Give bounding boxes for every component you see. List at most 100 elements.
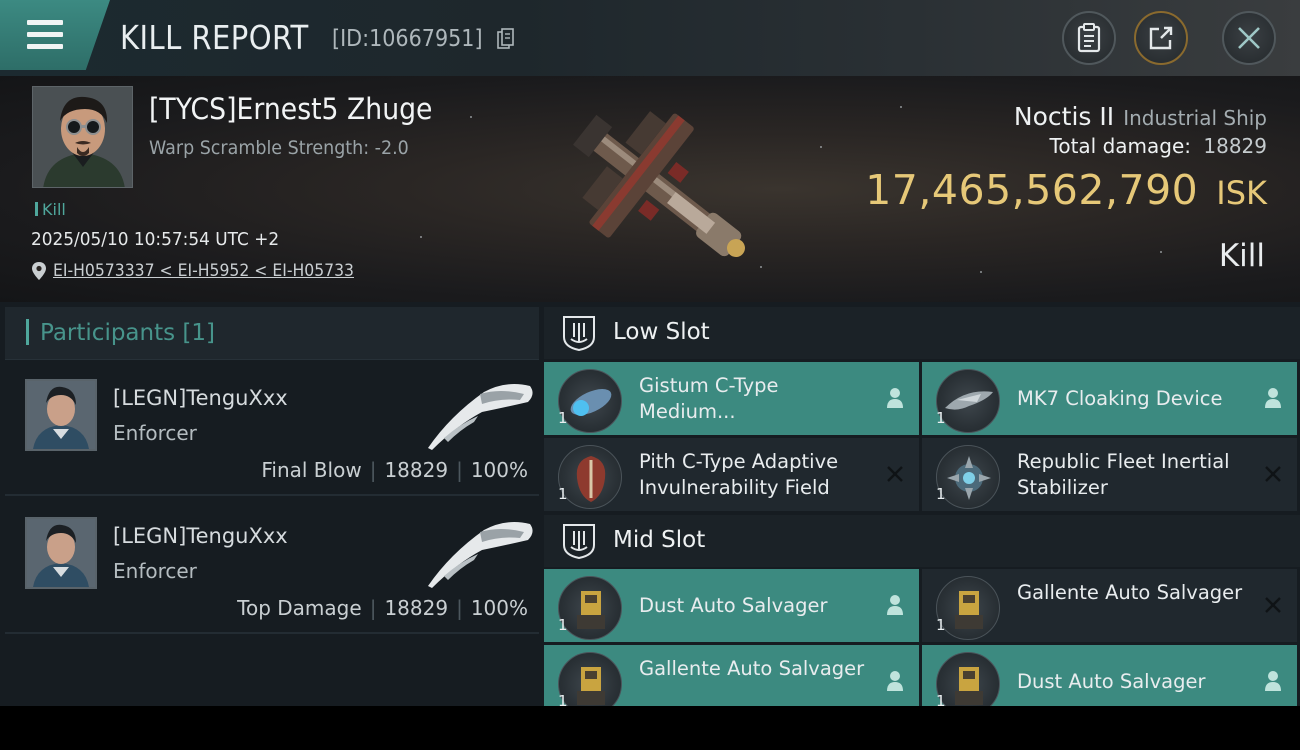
participants-header[interactable]: Participants [1] — [5, 307, 539, 360]
module-name: Gallente Auto Salvager — [1017, 581, 1243, 604]
mid-slot-title: Mid Slot — [613, 527, 706, 553]
isk-value: 17,465,562,790 — [865, 166, 1199, 214]
module-name: Republic Fleet Inertial Stabilizer — [1017, 450, 1230, 499]
mid-slot-header: Mid Slot — [544, 515, 1300, 567]
low-slot-header: Low Slot — [544, 307, 1300, 359]
module-quantity: 1 — [936, 692, 946, 706]
destroyed-x-icon — [887, 466, 903, 482]
low-slot-title: Low Slot — [613, 319, 710, 345]
share-icon — [1149, 26, 1173, 50]
victim-name[interactable]: [TYCS]Ernest5 Zhuge — [149, 92, 432, 126]
salvager-module-icon — [936, 652, 1000, 706]
kill-location-link[interactable]: EI-H0573337 < EI-H5952 < EI-H05733 — [31, 261, 380, 281]
warp-scramble-strength: Warp Scramble Strength: -2.0 — [149, 137, 409, 159]
ship-name[interactable]: Noctis II — [1014, 102, 1114, 131]
isk-unit: ISK — [1216, 174, 1267, 212]
destroyed-x-icon — [1265, 466, 1281, 482]
salvager-module-icon — [558, 652, 622, 706]
participant-role: Top Damage — [237, 596, 362, 620]
participant-damage: 18829 — [384, 596, 449, 620]
participants-panel: Participants [1] [LEGN]TenguXxx Enforcer — [5, 307, 539, 706]
participant-stats: Top Damage | 18829 | 100% — [237, 596, 528, 620]
top-bar: KILL REPORT [ID:10667951] — [0, 0, 1300, 76]
close-icon — [1238, 27, 1260, 49]
module-quantity: 1 — [558, 409, 568, 427]
kill-timestamp: 2025/05/10 10:57:54 UTC +2 — [31, 229, 280, 250]
noctis-ship-render[interactable] — [535, 86, 775, 286]
low-slot-icon — [563, 316, 595, 351]
clipboard-icon — [1077, 23, 1101, 53]
module-name: MK7 Cloaking Device — [1017, 387, 1223, 410]
salvager-module-icon — [936, 576, 1000, 640]
participant-name[interactable]: [LEGN]TenguXxx — [113, 524, 288, 548]
enforcer-ship-icon — [428, 384, 533, 450]
dropped-person-icon — [887, 671, 903, 691]
participant-portrait[interactable] — [25, 517, 97, 589]
module-item[interactable]: 1 Republic Fleet Inertial Stabilizer — [922, 438, 1297, 511]
ship-class: Industrial Ship — [1123, 106, 1267, 130]
mid-slot-icon — [563, 524, 595, 559]
module-item[interactable]: 1 MK7 Cloaking Device — [922, 362, 1297, 435]
module-item[interactable]: 1 Gallente Auto Salvager — [922, 569, 1297, 642]
report-id: [ID:10667951] — [332, 26, 483, 52]
avatar — [27, 519, 95, 587]
destroyed-x-icon — [1265, 597, 1281, 613]
inertial-stabilizer-module-icon — [936, 445, 1000, 509]
kill-tag: Kill — [35, 200, 66, 219]
close-button[interactable] — [1222, 11, 1276, 65]
page-title: KILL REPORT — [120, 18, 309, 57]
victim-portrait[interactable] — [32, 86, 133, 188]
participant-row[interactable]: [LEGN]TenguXxx Enforcer Final Blow | 18829… — [5, 360, 539, 496]
total-damage-value: 18829 — [1203, 134, 1267, 158]
dropped-person-icon — [1265, 671, 1281, 691]
module-item[interactable]: 1 Gallente Auto Salvager — [544, 645, 919, 706]
copy-icon[interactable] — [497, 28, 514, 50]
participant-damage: 18829 — [384, 458, 449, 482]
shield-booster-module-icon — [558, 369, 622, 433]
module-item[interactable]: 1 Gistum C-Type Medium... — [544, 362, 919, 435]
module-item[interactable]: 1 Dust Auto Salvager — [544, 569, 919, 642]
menu-button[interactable] — [0, 0, 110, 70]
participant-name[interactable]: [LEGN]TenguXxx — [113, 386, 288, 410]
module-name: Gistum C-Type Medium... — [639, 374, 779, 423]
participant-percent: 100% — [470, 458, 528, 482]
module-name: Dust Auto Salvager — [1017, 670, 1206, 693]
avatar — [33, 87, 132, 187]
victim-banner: [TYCS]Ernest5 Zhuge Warp Scramble Streng… — [0, 76, 1300, 302]
avatar — [27, 381, 95, 449]
participant-ship: Enforcer — [113, 421, 197, 445]
clipboard-button[interactable] — [1062, 11, 1116, 65]
dropped-person-icon — [887, 388, 903, 408]
location-text: EI-H0573337 < EI-H5952 < EI-H05733 — [53, 261, 355, 281]
kill-report-screen: KILL REPORT [ID:10667951] [TYCS]Ernest5 … — [0, 0, 1300, 706]
module-item[interactable]: 1 Dust Auto Salvager — [922, 645, 1297, 706]
total-damage-line: Total damage: 18829 — [1050, 134, 1267, 158]
participant-row[interactable]: [LEGN]TenguXxx Enforcer Top Damage | 18829… — [5, 498, 539, 634]
module-quantity: 1 — [558, 692, 568, 706]
module-name: Gallente Auto Salvager — [639, 657, 865, 680]
salvager-module-icon — [558, 576, 622, 640]
participant-stats: Final Blow | 18829 | 100% — [261, 458, 528, 482]
module-quantity: 1 — [558, 616, 568, 634]
participant-ship: Enforcer — [113, 559, 197, 583]
participant-portrait[interactable] — [25, 379, 97, 451]
participants-title: Participants [1] — [40, 320, 215, 346]
module-name: Pith C-Type Adaptive Invulnerability Fie… — [639, 450, 839, 499]
module-quantity: 1 — [558, 485, 568, 503]
participant-role: Final Blow — [261, 458, 362, 482]
module-quantity: 1 — [936, 485, 946, 503]
isk-value-line: 17,465,562,790 ISK — [865, 166, 1267, 214]
enforcer-ship-icon — [428, 522, 533, 588]
cloaking-device-module-icon — [936, 369, 1000, 433]
ship-name-line: Noctis II Industrial Ship — [1014, 102, 1267, 131]
result-label: Kill — [1218, 238, 1265, 274]
dropped-person-icon — [887, 595, 903, 615]
module-item[interactable]: 1 Pith C-Type Adaptive Invulnerability F… — [544, 438, 919, 511]
dropped-person-icon — [1265, 388, 1281, 408]
module-quantity: 1 — [936, 616, 946, 634]
total-damage-label: Total damage: — [1049, 134, 1192, 158]
module-quantity: 1 — [936, 409, 946, 427]
invulnerability-field-module-icon — [558, 445, 622, 509]
share-button[interactable] — [1134, 11, 1188, 65]
location-pin-icon — [32, 262, 46, 280]
